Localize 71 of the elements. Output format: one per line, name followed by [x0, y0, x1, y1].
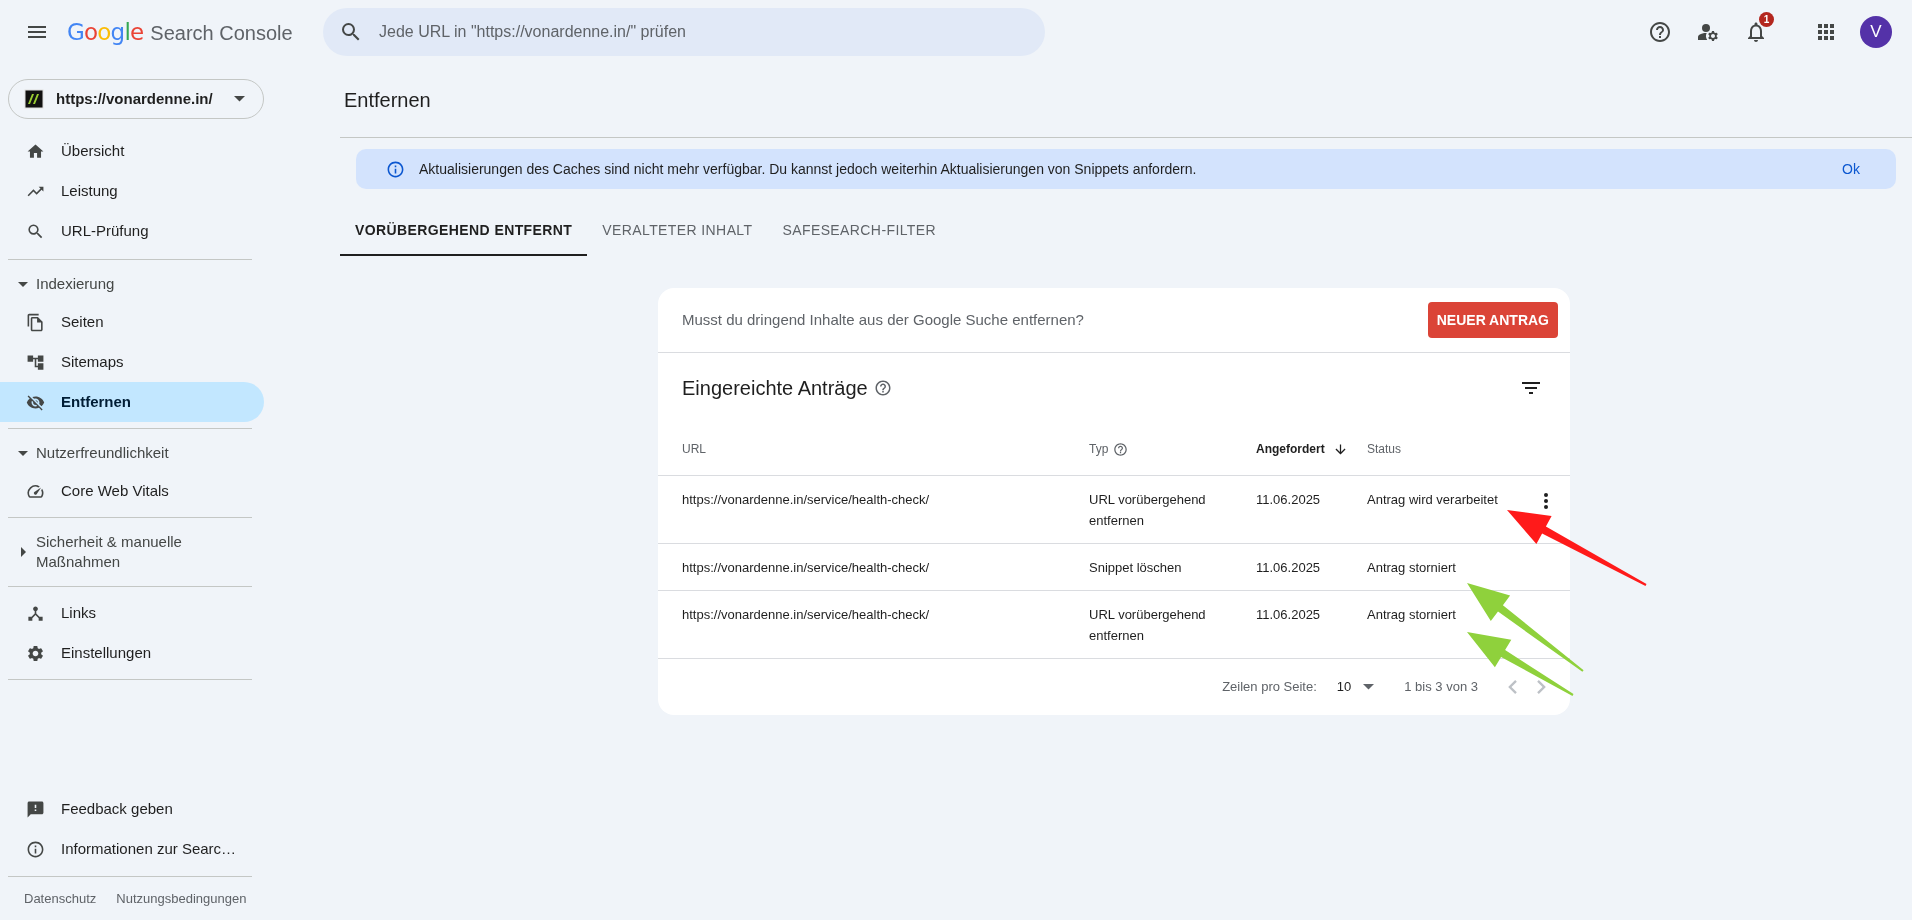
ok-button[interactable]: Ok	[1842, 158, 1860, 180]
banner-text: Aktualisierungen des Caches sind nicht mehr verfügbar. Du kannst jedoch weiterhin Aktualisierungen von Snippets anfordern.	[419, 159, 1198, 179]
dropdown-caret-icon	[1363, 684, 1375, 690]
tab[interactable]: SAFESEARCH-FILTER	[767, 206, 952, 256]
nav-item[interactable]: Core Web Vitals	[0, 471, 264, 511]
table-cell-text: URL vorübergehend entfernen	[1089, 606, 1207, 645]
footer-link[interactable]: Nutzungsbedingungen	[116, 888, 247, 908]
rows-per-page-select[interactable]: 10	[1336, 677, 1375, 697]
search-field[interactable]: Jede URL in "https://vonardenne.in/" prüfen	[323, 8, 1045, 56]
column-header[interactable]: Angefordert	[1256, 440, 1325, 458]
network-icon	[26, 603, 45, 623]
nav-section-toggle[interactable]: Nutzerfreundlichkeit	[8, 435, 252, 471]
nav-item[interactable]: Einstellungen	[0, 633, 264, 673]
nav-section-toggle[interactable]: Sicherheit & manuelle Maßnahmen	[8, 524, 252, 580]
table-cell-text: https://vonardenne.in/service/health-check/	[682, 606, 931, 624]
nav-item[interactable]: Leistung	[0, 171, 264, 211]
nav-item[interactable]: Links	[0, 593, 264, 633]
column-header: Status	[1367, 441, 1402, 458]
prompt-text: Musst du dringend Inhalte aus der Google Suche entfernen?	[682, 309, 1085, 330]
caret-down-icon	[18, 281, 28, 287]
settings-icon	[26, 643, 45, 663]
card-title: Eingereichte Anträge	[682, 376, 868, 401]
page-title: Entfernen	[343, 88, 431, 113]
notification-count: 1	[1759, 12, 1774, 27]
dropdown-caret-icon	[234, 96, 245, 102]
table-cell-text: https://vonardenne.in/service/health-check/	[682, 559, 931, 577]
nav-item[interactable]: Entfernen	[0, 382, 264, 422]
footer-link[interactable]: Datenschutz	[24, 888, 97, 908]
nav-item[interactable]: Feedback geben	[8, 789, 252, 830]
chevron-right-icon	[1537, 680, 1546, 694]
home-icon	[26, 141, 45, 161]
site-favicon-icon	[24, 89, 44, 109]
tab[interactable]: VORÜBERGEHEND ENTFERNT	[340, 206, 588, 256]
caret-right-icon	[20, 547, 26, 557]
pages-icon	[26, 312, 45, 332]
column-header: Typ	[1089, 441, 1109, 458]
search-input[interactable]: Jede URL in "https://vonardenne.in/" prüfen	[379, 20, 1029, 44]
logo-wordmark: Google	[67, 17, 144, 47]
table-cell-text: URL vorübergehend entfernen	[1089, 491, 1207, 530]
table-cell-text: https://vonardenne.in/service/health-check/	[682, 491, 931, 509]
table-cell-text: Snippet löschen	[1089, 559, 1183, 577]
avatar[interactable]: V	[1860, 16, 1892, 48]
feedback-icon	[26, 800, 45, 819]
column-header: URL	[682, 441, 706, 458]
nav-item[interactable]: Sitemaps	[0, 342, 264, 382]
table-cell-text: Antrag storniert	[1367, 559, 1456, 577]
product-name: Search Console	[150, 20, 293, 46]
table-cell-text: Antrag storniert	[1367, 606, 1456, 624]
nav-item[interactable]: Übersicht	[0, 131, 264, 171]
table-cell-text: 11.06.2025	[1256, 491, 1322, 509]
more-icon	[1544, 493, 1548, 509]
nav-item[interactable]: URL-Prüfung	[0, 211, 264, 251]
info-icon	[386, 159, 405, 179]
table-cell-text: 11.06.2025	[1256, 606, 1322, 624]
table-cell-text: 11.06.2025	[1256, 559, 1322, 577]
eye-off-icon	[26, 392, 45, 412]
page-range: 1 bis 3 von 3	[1404, 678, 1478, 697]
nav-section-toggle[interactable]: Indexierung	[8, 266, 252, 302]
help-icon	[1648, 20, 1672, 44]
new-request-button[interactable]: NEUER ANTRAG	[1427, 302, 1558, 338]
caret-down-icon	[18, 450, 28, 456]
nav-item[interactable]: Informationen zur Searc…	[8, 829, 252, 870]
info-icon	[26, 840, 45, 859]
help-icon	[873, 379, 892, 397]
chevron-left-icon	[1508, 680, 1517, 694]
search-icon	[26, 221, 45, 241]
tree-icon	[26, 352, 45, 372]
rows-per-page-label: Zeilen pro Seite:	[1222, 678, 1317, 697]
tab[interactable]: VERALTETER INHALT	[587, 206, 768, 256]
nav-item[interactable]: Seiten	[0, 302, 264, 342]
table-cell-text: Antrag wird verarbeitet	[1367, 491, 1498, 509]
